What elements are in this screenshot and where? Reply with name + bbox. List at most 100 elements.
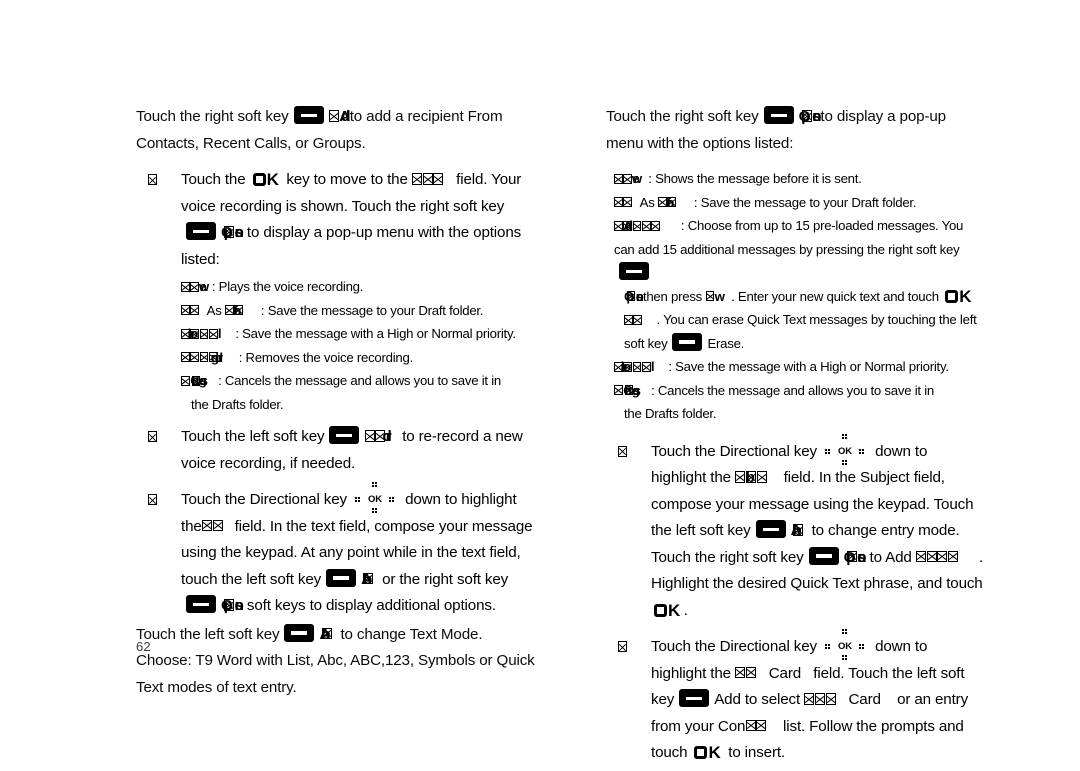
- left-option-row: ew : Plays the voice recording.: [136, 275, 536, 299]
- left-step-1: Touch the K key to move to the field. Yo…: [136, 167, 536, 273]
- directional-key-icon: OK: [823, 629, 869, 661]
- ok-key-icon: K: [694, 740, 721, 767]
- square-bullet-icon: [148, 488, 157, 515]
- right-subject-text-7: .: [683, 601, 688, 619]
- soft-key-icon: [329, 426, 360, 444]
- soft-key-icon: [293, 106, 324, 124]
- right-bizcard-text-8: Con: [717, 717, 746, 735]
- left-option-desc: : Save the message to your Draft folder.: [260, 302, 484, 318]
- corrupt-glyph-options: Opons: [624, 285, 643, 309]
- right-bizcard-text-6: Card: [848, 691, 881, 708]
- ok-key-icon: K: [945, 285, 972, 309]
- corrupt-glyph-save-as-draft: [181, 299, 200, 323]
- right-bizcard-text-11: to insert.: [728, 744, 785, 761]
- soft-key-icon: [284, 623, 315, 642]
- soft-key-icon: [186, 222, 216, 240]
- left-option-desc-cont: the Drafts folder.: [191, 396, 284, 412]
- right-option-desc: : Save the message with a High or Normal…: [668, 359, 949, 374]
- right-option-row: oril : Save the message with a High or N…: [606, 355, 984, 379]
- right-bizcard-text-3: Card: [768, 664, 802, 682]
- corrupt-glyph-options: Opons: [799, 104, 822, 131]
- corrupt-glyph-add: Add: [328, 104, 350, 131]
- right-option-row: As af : Save the message to your Draft f…: [606, 191, 984, 215]
- soft-key-icon: [672, 332, 703, 351]
- right-subject-text-1: Touch the Directional key: [651, 442, 817, 460]
- left-step1-text-1: Touch the: [181, 171, 246, 188]
- corrupt-glyph-draft: af: [658, 191, 677, 215]
- left-step-2: Touch the left soft keyrd to re-record a…: [136, 424, 536, 477]
- right-bizcard-text-9: list.: [783, 717, 806, 735]
- square-bullet-icon: [148, 425, 157, 452]
- left-option-desc: : Save the message with a High or Normal…: [235, 326, 516, 341]
- soft-key-icon: [763, 106, 794, 124]
- soft-key-icon: [326, 568, 357, 587]
- right-option-row: Canssage : Cancels the message and allow…: [606, 379, 984, 426]
- corrupt-glyph-msg-field: [201, 514, 223, 541]
- corrupt-glyph-subject-field: b: [735, 465, 767, 492]
- right-option-desc: : Cancels the message and allows you to …: [651, 382, 934, 398]
- corrupt-glyph-contacts: [745, 714, 767, 741]
- corrupt-glyph-abc: Ab: [791, 518, 804, 545]
- directional-key-icon: OK: [823, 433, 869, 465]
- soft-key-icon: [679, 689, 710, 707]
- right-text-column: Touch the right soft keyOponsto display …: [606, 104, 984, 769]
- left-closing-text-1: Touch the left soft key: [136, 625, 280, 643]
- corrupt-glyph-quick-text: [916, 545, 959, 572]
- right-intro-paragraph: Touch the right soft keyOponsto display …: [606, 104, 984, 157]
- left-intro-text-1: Touch the right soft key: [136, 108, 289, 125]
- corrupt-glyph-options: Opons: [221, 593, 244, 620]
- left-option-desc: : Removes the voice recording.: [238, 349, 414, 365]
- left-step3-text-5: soft keys to display additional options.: [246, 597, 496, 614]
- left-intro-paragraph: Touch the right soft key Add to add a reci…: [136, 104, 536, 157]
- left-text-column: Touch the right soft key Add to add a reci…: [136, 104, 536, 703]
- manual-page: Touch the right soft key Add to add a reci…: [0, 0, 1080, 771]
- corrupt-glyph-priority-level: oril: [614, 355, 659, 379]
- left-step1-text-2: key to move to the: [286, 171, 408, 188]
- left-option-desc: : Cancels the message and allows you to …: [218, 373, 501, 388]
- right-intro-text-1: Touch the right soft key: [606, 108, 759, 125]
- left-closing-paragraph: Touch the left soft key Ab to change Text …: [136, 622, 536, 702]
- left-option-row: rding : Removes the voice recording.: [136, 346, 536, 370]
- right-bizcard-text-1: Touch the Directional key: [651, 638, 817, 655]
- corrupt-glyph-review: ew: [614, 167, 642, 191]
- right-step-subject: Touch the Directional key OK down to hig…: [606, 433, 984, 625]
- left-option-row: Canssage : Cancels the message and allow…: [136, 369, 536, 416]
- right-quicktext-desc-cont: Oponsthen press w . Enter your new quick…: [614, 285, 984, 356]
- page-number: 62: [136, 639, 151, 654]
- soft-key-icon: [186, 595, 216, 613]
- square-bullet-icon: [618, 635, 627, 662]
- corrupt-glyph-add-quick-text: Add: [614, 214, 660, 238]
- corrupt-glyph-priority-level: oril: [181, 322, 226, 346]
- ok-key-icon: K: [654, 598, 681, 625]
- right-option-desc: : Shows the message before it is sent.: [648, 171, 862, 186]
- corrupt-glyph-cancel-message: Canssage: [181, 369, 208, 393]
- corrupt-glyph-review: ew: [181, 275, 209, 299]
- corrupt-glyph-msg-field: [412, 167, 444, 194]
- left-step3-text-4: or the right soft key: [382, 570, 509, 588]
- corrupt-glyph-biz: [735, 661, 756, 688]
- right-option-row: ew : Shows the message before it is sent…: [606, 167, 984, 191]
- right-bizcard-text-5: select: [761, 691, 801, 708]
- square-bullet-icon: [148, 168, 157, 195]
- corrupt-glyph-draft: af: [225, 299, 244, 323]
- corrupt-glyph-record: rd: [364, 424, 395, 451]
- right-quicktext-desc-1: : Choose from up to 15 pre-loaded messag…: [614, 218, 964, 257]
- soft-key-icon: [755, 520, 786, 538]
- left-option-row: As af : Save the message to your Draft f…: [136, 299, 536, 323]
- right-subject-text-5: to Add: [869, 548, 912, 566]
- corrupt-glyph-save: [624, 308, 643, 332]
- left-step2-text-1: Touch the left soft key: [181, 428, 325, 445]
- corrupt-glyph-abc: Ab: [361, 567, 374, 594]
- right-quicktext-desc-3: . Enter your new quick text and touch: [731, 288, 939, 304]
- corrupt-glyph-options: Opons: [844, 545, 867, 572]
- corrupt-glyph-save-as-draft: [614, 191, 633, 215]
- soft-key-icon: [808, 546, 839, 565]
- right-quicktext-erase-label: Erase.: [707, 335, 745, 351]
- left-option-row: oril : Save the message with a High or N…: [136, 322, 536, 346]
- left-step-3: Touch the Directional key OK down to hig…: [136, 482, 536, 620]
- corrupt-glyph-options: Opons: [221, 220, 244, 247]
- square-bullet-icon: [618, 440, 627, 467]
- left-option-desc: : Plays the voice recording.: [211, 279, 364, 294]
- corrupt-glyph-erase-recording: rding: [181, 346, 226, 370]
- right-quicktext-row: Add : Choose from up to 15 pre-loaded me…: [606, 214, 984, 355]
